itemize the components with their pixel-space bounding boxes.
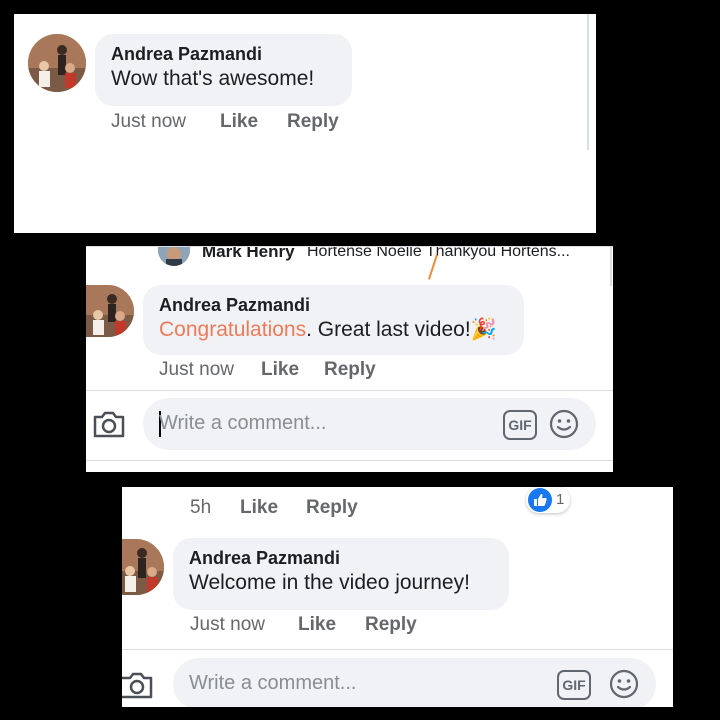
avatar-photo (158, 246, 190, 266)
gif-button[interactable]: GIF (557, 670, 591, 700)
comment-author[interactable]: Andrea Pazmandi (111, 43, 336, 65)
divider (86, 246, 613, 247)
avatar[interactable] (86, 285, 134, 337)
comment-text: Welcome in the video journey! (189, 571, 470, 594)
avatar-photo (28, 34, 86, 92)
like-button[interactable]: Like (220, 111, 258, 133)
comment-panel-1: Andrea Pazmandi Wow that's awesome! Just… (14, 14, 596, 233)
reply-button[interactable]: Reply (365, 614, 417, 636)
comment-panel-3: 5h Like Reply 1 Andrea Pazmandi Welcome … (122, 487, 673, 707)
comment-text-body: . Great last video! (306, 318, 471, 341)
divider (86, 390, 613, 391)
like-button[interactable]: Like (240, 497, 278, 519)
emoji-icon[interactable] (609, 669, 639, 704)
comment-text: Congratulations. Great last video!🎉 (159, 316, 508, 344)
party-popper-emoji: 🎉 (470, 318, 497, 341)
smiley-icon-svg (609, 669, 639, 699)
comment-author[interactable]: Andrea Pazmandi (189, 547, 493, 569)
thumbs-up-icon (534, 493, 547, 506)
reply-button[interactable]: Reply (324, 359, 376, 381)
like-reaction-icon (528, 488, 552, 512)
mention-tag[interactable]: Congratulations (159, 318, 306, 341)
comment-timestamp[interactable]: Just now (190, 614, 265, 636)
reaction-count: 1 (556, 491, 565, 508)
reply-author[interactable]: Mark Henry (202, 246, 295, 262)
comment-timestamp[interactable]: Just now (159, 359, 234, 381)
comment-input[interactable]: Write a comment... GIF (173, 658, 656, 707)
reaction-summary[interactable]: 1 (526, 487, 570, 513)
like-button[interactable]: Like (261, 359, 299, 381)
emoji-icon[interactable] (549, 409, 579, 444)
mark-henry-avatar (158, 246, 190, 266)
camera-icon[interactable] (122, 670, 154, 705)
gif-button[interactable]: GIF (503, 410, 537, 440)
comment-bubble[interactable]: Andrea Pazmandi Welcome in the video jou… (173, 538, 509, 610)
parent-timestamp[interactable]: 5h (190, 497, 211, 519)
camera-icon-svg (122, 672, 153, 699)
comment-placeholder: Write a comment... (159, 412, 327, 434)
camera-icon[interactable] (92, 409, 126, 444)
smiley-icon-svg (549, 409, 579, 439)
comment-input[interactable]: Write a comment... GIF (143, 398, 596, 450)
reply-preview-text: Hortense Noëlle Thankyou Hortens... (307, 246, 570, 260)
avatar-photo (86, 285, 134, 337)
comment-placeholder: Write a comment... (189, 672, 357, 694)
avatar-photo (122, 539, 164, 595)
divider (86, 460, 613, 461)
comment-panel-2: Mark Henry Hortense Noëlle Thankyou Hort… (86, 246, 613, 472)
scrollbar[interactable] (610, 246, 612, 286)
camera-icon-svg (93, 411, 125, 438)
reply-button[interactable]: Reply (306, 497, 358, 519)
avatar[interactable] (122, 539, 164, 595)
comment-bubble[interactable]: Andrea Pazmandi Congratulations. Great l… (143, 285, 524, 355)
comment-bubble[interactable]: Andrea Pazmandi Wow that's awesome! (95, 34, 352, 106)
divider (122, 649, 673, 650)
avatar[interactable] (28, 34, 86, 92)
comment-text: Wow that's awesome! (111, 67, 315, 90)
comment-timestamp[interactable]: Just now (111, 111, 186, 133)
scrollbar[interactable] (587, 14, 589, 150)
comment-author[interactable]: Andrea Pazmandi (159, 294, 508, 316)
reply-button[interactable]: Reply (287, 111, 339, 133)
like-button[interactable]: Like (298, 614, 336, 636)
